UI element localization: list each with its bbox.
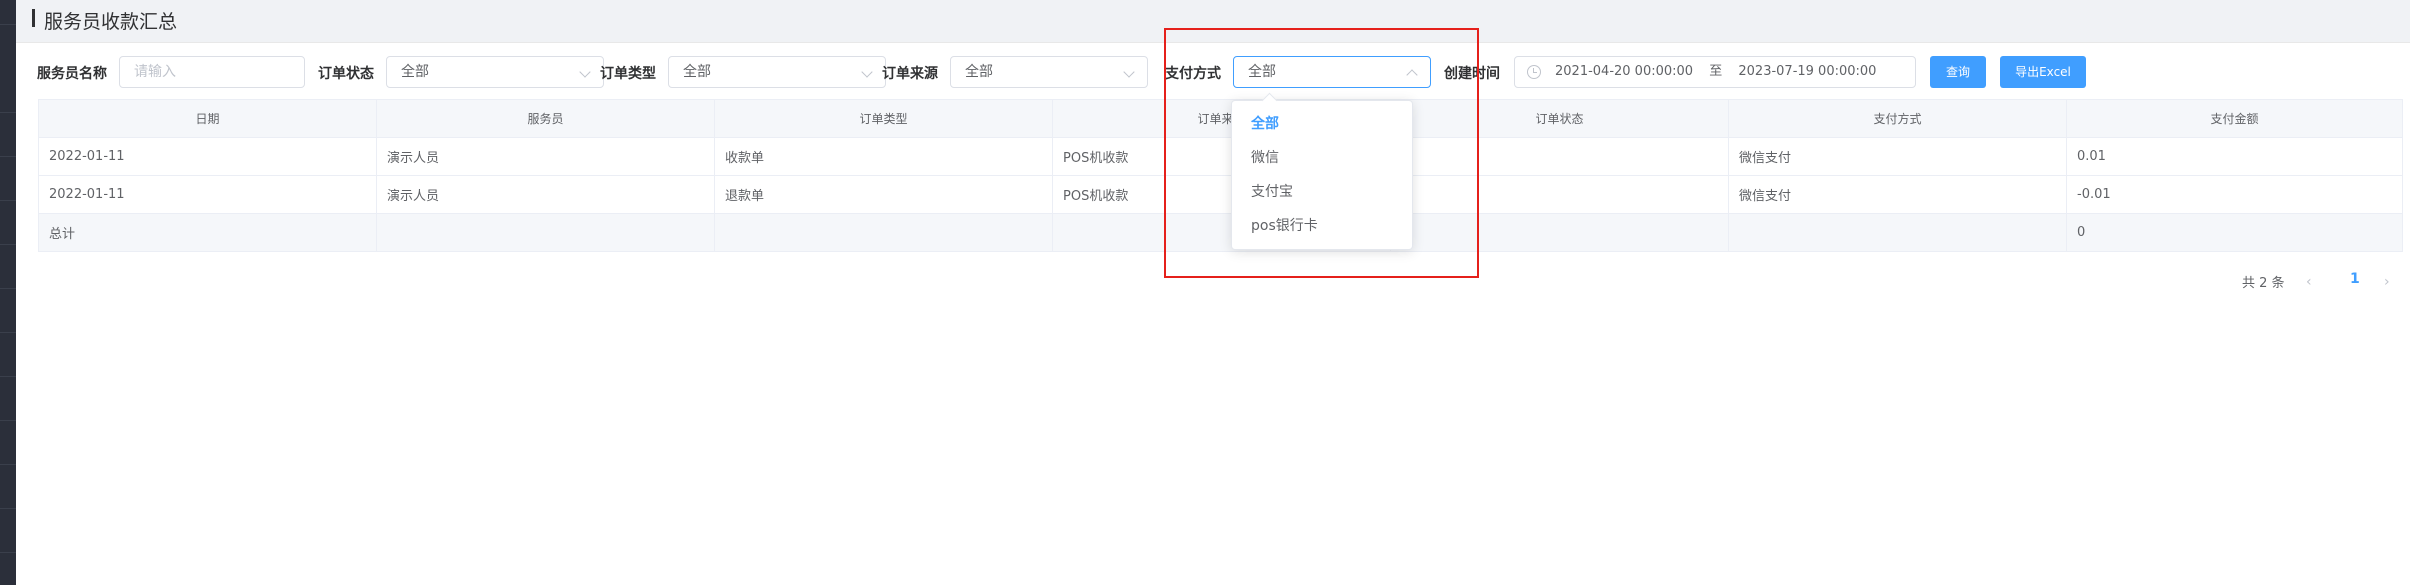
sidebar-divider [0, 464, 16, 465]
pagination-total: 共 2 条 [2242, 276, 2285, 291]
chevron-down-icon [1123, 66, 1135, 78]
summary-cell [714, 213, 1053, 252]
order-source-label: 订单来源 [882, 66, 938, 82]
table-cell: 演示人员 [376, 175, 715, 214]
created-time-range[interactable]: 2021-04-20 00:00:00 至 2023-07-19 00:00:0… [1514, 56, 1916, 88]
waiter-name-input[interactable]: 请输入 [119, 56, 305, 88]
column-header-date[interactable]: 日期 [38, 99, 377, 138]
summary-cell [376, 213, 715, 252]
table-cell: 2022-01-11 [38, 137, 377, 176]
order-status-select[interactable]: 全部 [386, 56, 604, 88]
summary-cell: 0 [2066, 213, 2403, 252]
table-cell: 微信支付 [1728, 137, 2067, 176]
sidebar-divider [0, 112, 16, 113]
sidebar-divider [0, 244, 16, 245]
order-status-value: 全部 [401, 64, 429, 80]
column-header-payment-method[interactable]: 支付方式 [1728, 99, 2067, 138]
pagination-page-1[interactable]: 1 [2350, 271, 2360, 287]
order-source-value: 全部 [965, 64, 993, 80]
chevron-left-icon[interactable]: ‹ [2306, 274, 2312, 290]
column-header-order-type[interactable]: 订单类型 [714, 99, 1053, 138]
summary-cell [1728, 213, 2067, 252]
sidebar-divider [0, 200, 16, 201]
query-button[interactable]: 查询 [1930, 56, 1986, 88]
created-time-separator: 至 [1709, 64, 1723, 79]
column-header-amount[interactable]: 支付金额 [2066, 99, 2403, 138]
table-cell: 2022-01-11 [38, 175, 377, 214]
table-cell: 退款单 [714, 175, 1053, 214]
page-title: 服务员收款汇总 [44, 11, 178, 33]
chevron-down-icon [861, 66, 873, 78]
order-source-select[interactable]: 全部 [950, 56, 1148, 88]
table-cell: -0.01 [2066, 175, 2403, 214]
sidebar-divider [0, 288, 16, 289]
summary-cell: 总计 [38, 213, 377, 252]
order-status-label: 订单状态 [318, 66, 374, 82]
sidebar-divider [0, 552, 16, 553]
sidebar-divider [0, 508, 16, 509]
sidebar-strip [0, 0, 16, 585]
sidebar-divider [0, 156, 16, 157]
sidebar-divider [0, 24, 16, 25]
table-cell: 演示人员 [376, 137, 715, 176]
order-type-label: 订单类型 [600, 66, 656, 82]
sidebar-divider [0, 332, 16, 333]
created-time-end[interactable]: 2023-07-19 00:00:00 [1738, 64, 1876, 79]
waiter-name-label: 服务员名称 [37, 66, 107, 82]
column-header-waiter[interactable]: 服务员 [376, 99, 715, 138]
clock-icon [1527, 65, 1541, 79]
sidebar-divider [0, 376, 16, 377]
table-cell: 0.01 [2066, 137, 2403, 176]
annotation-highlight-box [1164, 28, 1479, 278]
title-accent-bar [32, 9, 35, 27]
table-cell: 微信支付 [1728, 175, 2067, 214]
main-content: 服务员收款汇总 服务员名称 请输入 订单状态 全部 订单类型 全部 订单来源 全… [16, 0, 2410, 585]
order-type-value: 全部 [683, 64, 711, 80]
chevron-right-icon[interactable]: › [2384, 274, 2390, 290]
export-excel-button[interactable]: 导出Excel [2000, 56, 2086, 88]
chevron-down-icon [579, 66, 591, 78]
order-type-select[interactable]: 全部 [668, 56, 886, 88]
sidebar-divider [0, 420, 16, 421]
created-time-start[interactable]: 2021-04-20 00:00:00 [1555, 64, 1693, 79]
table-cell: 收款单 [714, 137, 1053, 176]
